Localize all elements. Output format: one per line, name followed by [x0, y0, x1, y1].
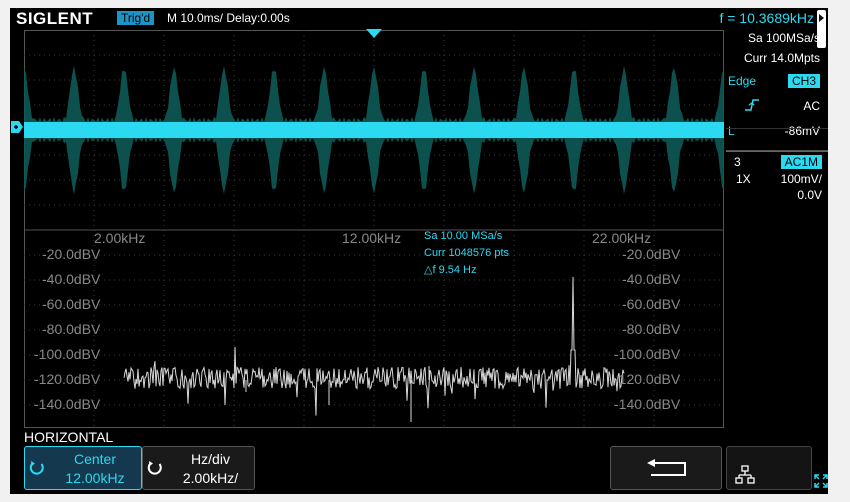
fft-dbv-label: -140.0dBV: [34, 396, 101, 412]
time-domain-waveform: [24, 65, 724, 195]
acq-sample-rate: Sa 100MSa/s: [747, 31, 820, 45]
timebase-readout: M 10.0ms/ Delay:0.00s: [167, 11, 290, 25]
chevron-right-icon: [819, 14, 824, 22]
channel-number: 3: [734, 155, 741, 169]
center-label: Center: [73, 451, 117, 467]
center-value: 12.00kHz: [65, 470, 125, 486]
brand-logo: SIGLENT: [16, 9, 94, 28]
fft-freq-label-right: 22.00kHz: [592, 230, 652, 246]
fft-dbv-label: -100.0dBV: [34, 346, 101, 362]
waveform-display[interactable]: [24, 30, 724, 428]
trigger-coupling: AC: [803, 99, 820, 113]
hzdiv-label: Hz/div: [191, 451, 230, 467]
trigger-source-badge: CH3: [787, 74, 820, 88]
network-icon: [735, 465, 755, 484]
acq-memory-depth: Curr 14.0Mpts: [743, 51, 820, 65]
center-frequency-button[interactable]: Center 12.00kHz: [24, 446, 142, 490]
trigger-level: -86mV: [784, 124, 820, 138]
channel-offset: 0.0V: [797, 188, 822, 202]
fft-dbv-label-right: -60.0dBV: [622, 296, 681, 312]
fft-dbv-label-right: -20.0dBV: [622, 246, 681, 262]
fft-dbv-label-right: -120.0dBV: [614, 371, 681, 387]
fft-dbv-label: -60.0dBV: [42, 296, 101, 312]
trigger-position-marker[interactable]: [366, 29, 382, 38]
channel3-info[interactable]: 3 AC1M 1X 100mV/ 0.0V: [726, 151, 828, 206]
divider: [726, 128, 828, 129]
fft-dbv-label: -20.0dBV: [42, 246, 101, 262]
fft-dbv-label-right: -140.0dBV: [614, 396, 681, 412]
rising-edge-icon: [745, 99, 759, 111]
trigger-status-badge: Trig'd: [117, 11, 155, 25]
fft-dbv-label-right: -80.0dBV: [622, 321, 681, 337]
oscilloscope-screen: SIGLENT Trig'd M 10.0ms/ Delay:0.00s f =…: [10, 8, 828, 494]
fft-dbv-label: -40.0dBV: [42, 271, 101, 287]
fft-sample-rate: Sa 10.00 MSa/s: [424, 230, 503, 242]
spectrum-line: [123, 276, 625, 416]
fft-info-box: Sa 10.00 MSa/s Curr 1048576 pts △f 9.54 …: [424, 228, 509, 279]
channel3-offset-marker-icon[interactable]: [10, 120, 24, 134]
fft-freq-label-left: 2.00kHz: [94, 230, 146, 246]
trigger-level-label: L: [728, 124, 735, 138]
waveform-center-band: [24, 122, 724, 138]
fft-dbv-label-right: -100.0dBV: [614, 346, 681, 362]
fft-dbv-label-right: -40.0dBV: [622, 271, 681, 287]
fft-points: Curr 1048576 pts: [424, 247, 509, 259]
channel-scale: 100mV/: [780, 172, 822, 186]
hzdiv-value: 2.00kHz/: [182, 470, 239, 486]
channel-probe: 1X: [736, 172, 751, 186]
frequency-counter: f = 10.3689kHz: [719, 10, 814, 26]
trigger-type: Edge: [728, 74, 757, 88]
network-button[interactable]: [726, 446, 812, 490]
hz-per-div-button[interactable]: Hz/div 2.00kHz/: [142, 446, 255, 490]
fft-delta-f: △f 9.54 Hz: [424, 264, 477, 276]
back-button[interactable]: [610, 446, 722, 490]
top-status-bar: SIGLENT Trig'd M 10.0ms/ Delay:0.00s f =…: [10, 8, 828, 48]
channel-coupling-badge: AC1M: [780, 155, 822, 169]
menu-title: HORIZONTAL: [24, 429, 114, 445]
fft-freq-label-center: 12.00kHz: [342, 230, 402, 246]
return-arrow-icon: [647, 459, 686, 476]
fft-dbv-label: -120.0dBV: [34, 371, 101, 387]
rotate-knob-icon: [29, 461, 44, 475]
fft-dbv-label: -80.0dBV: [42, 321, 101, 337]
fullscreen-icon[interactable]: [814, 474, 828, 488]
rotate-knob-icon: [147, 461, 162, 475]
